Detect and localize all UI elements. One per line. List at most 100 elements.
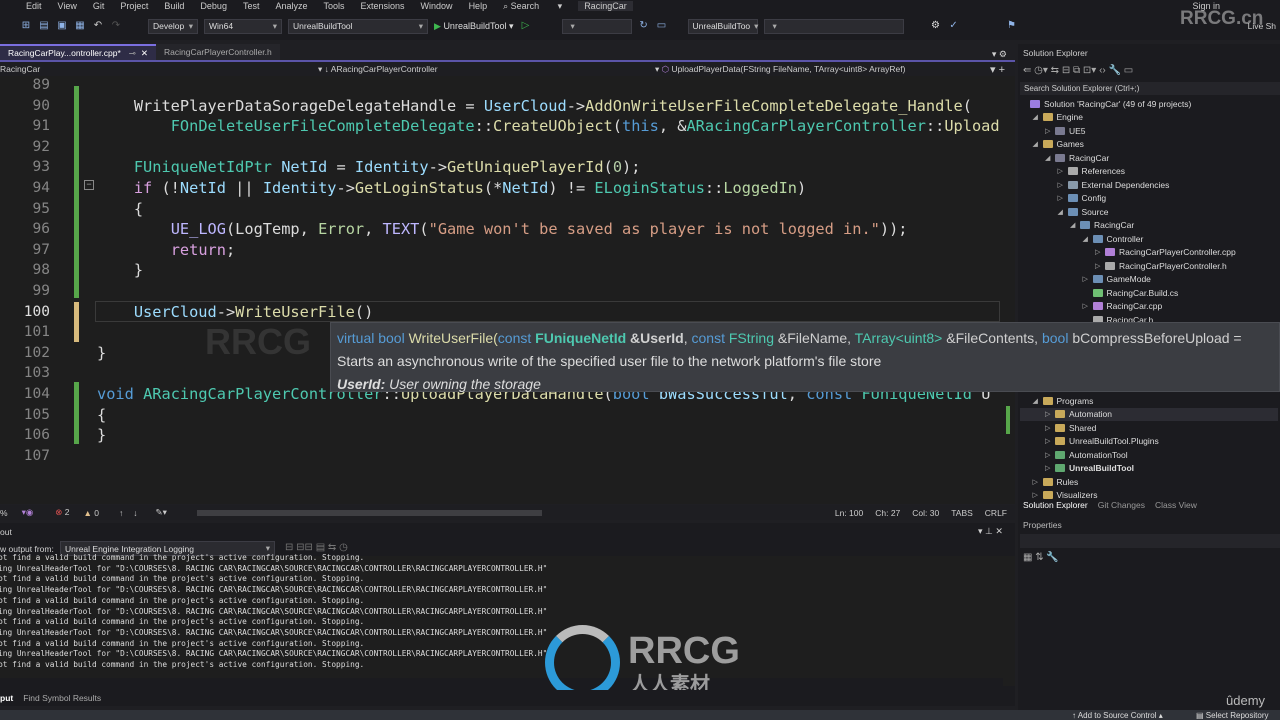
run-button[interactable]: ▶ UnrealBuildTool ▾	[434, 21, 514, 32]
tree-item[interactable]: ◢ RacingCar	[1020, 151, 1278, 164]
expanded-arrow-icon[interactable]: ◢	[1033, 140, 1043, 148]
horizontal-scrollbar[interactable]	[196, 509, 542, 516]
tab-controller-h[interactable]: RacingCarPlayerController.h	[156, 44, 280, 60]
expanded-arrow-icon[interactable]: ◢	[1033, 397, 1043, 405]
collapsed-arrow-icon[interactable]: ▷	[1045, 424, 1055, 432]
open-folder-icon[interactable]: ▤	[38, 20, 50, 32]
menu-window[interactable]: Window	[421, 1, 453, 11]
collapse-icon[interactable]: −	[84, 180, 94, 190]
tree-item[interactable]: ▷ RacingCarPlayerController.h	[1020, 259, 1278, 272]
menu-tools[interactable]: Tools	[324, 1, 345, 11]
collapsed-arrow-icon[interactable]: ▷	[1045, 437, 1055, 445]
configuration-dropdown[interactable]: Develop	[148, 18, 198, 34]
tree-item[interactable]: ◢ Games	[1020, 138, 1278, 151]
window-icon[interactable]: ▭	[656, 20, 668, 32]
tree-item[interactable]: ▷ UnrealBuildTool.Plugins	[1020, 435, 1278, 448]
expanded-arrow-icon[interactable]: ◢	[1058, 208, 1068, 216]
panel-controls[interactable]: ▾ ⊥ ✕	[978, 526, 1003, 537]
check-icon[interactable]: ✓	[948, 20, 960, 32]
redo-icon[interactable]: ↷	[110, 20, 122, 32]
bookmark-icon[interactable]: ⚑	[1006, 20, 1018, 32]
target-dropdown[interactable]: UnrealBuildToo	[687, 18, 758, 34]
split-icon[interactable]: ▾ +	[990, 63, 1005, 76]
tab-options-icon[interactable]: ▾ ⚙	[992, 49, 1007, 60]
menu-test[interactable]: Test	[243, 1, 260, 11]
next-issue-icon[interactable]: ↓	[133, 508, 137, 518]
properties-object-dropdown[interactable]	[1020, 534, 1280, 548]
menu-view[interactable]: View	[58, 1, 77, 11]
collapsed-arrow-icon[interactable]: ▷	[1083, 302, 1093, 310]
tree-item[interactable]: Solution 'RacingCar' (49 of 49 projects)	[1020, 97, 1278, 110]
code-editor[interactable]: − 89 90 WritePlayerDataSorageDelegateHand…	[0, 76, 1015, 504]
tree-item[interactable]: ▷ GameMode	[1020, 273, 1278, 286]
tree-item[interactable]: ▷ Config	[1020, 192, 1278, 205]
menu-edit[interactable]: Edit	[26, 1, 42, 11]
tab-class-view[interactable]: Class View	[1155, 500, 1197, 510]
pin-icon[interactable]: ⊸	[129, 48, 136, 59]
menu-analyze[interactable]: Analyze	[275, 1, 307, 11]
member-nav-dropdown[interactable]: ▾ ⬡ UploadPlayerData(FString FileName, T…	[655, 64, 905, 75]
expanded-arrow-icon[interactable]: ◢	[1045, 154, 1055, 162]
menu-extensions[interactable]: Extensions	[361, 1, 405, 11]
add-to-source-control-button[interactable]: ↑ Add to Source Control ▴	[1072, 711, 1163, 720]
collapsed-arrow-icon[interactable]: ▷	[1045, 410, 1055, 418]
search-button[interactable]: ⌕ Search ▾	[503, 1, 562, 12]
tree-item[interactable]: ▷ UE5	[1020, 124, 1278, 137]
expanded-arrow-icon[interactable]: ◢	[1083, 235, 1093, 243]
tree-item[interactable]: ▷ External Dependencies	[1020, 178, 1278, 191]
tree-item[interactable]: ▷ Rules	[1020, 475, 1278, 488]
copilot-icon[interactable]: ▾◉	[22, 507, 34, 518]
indent-mode[interactable]: TABS	[951, 508, 973, 518]
tree-item[interactable]: ◢ RacingCar	[1020, 219, 1278, 232]
startup-project-dropdown[interactable]: UnrealBuildTool	[288, 18, 428, 34]
tree-item[interactable]: ▷ Automation	[1020, 407, 1278, 421]
menu-debug[interactable]: Debug	[200, 1, 227, 11]
save-icon[interactable]: ▣	[56, 20, 68, 32]
tab-controller-cpp[interactable]: RacingCarPlay...ontroller.cpp* ⊸ ✕	[0, 44, 157, 60]
zoom-level[interactable]: %	[0, 508, 8, 518]
menu-project[interactable]: Project	[120, 1, 148, 11]
previous-issue-icon[interactable]: ↑	[119, 508, 123, 518]
class-nav-dropdown[interactable]: ▾ ↓ ARacingCarPlayerController	[318, 64, 438, 75]
collapsed-arrow-icon[interactable]: ▷	[1058, 194, 1068, 202]
menu-help[interactable]: Help	[469, 1, 488, 11]
select-repository-button[interactable]: ▤ Select Repository	[1196, 711, 1268, 720]
tab-solution-explorer[interactable]: Solution Explorer	[1023, 500, 1088, 510]
cleanup-icon[interactable]: ✎▾	[156, 507, 167, 518]
undo-icon[interactable]: ↶	[92, 20, 104, 32]
tree-item[interactable]: ▷ RacingCar.cpp	[1020, 300, 1278, 313]
solution-search-input[interactable]: Search Solution Explorer (Ctrl+;)	[1020, 82, 1280, 95]
tree-item[interactable]: RacingCar.Build.cs	[1020, 286, 1278, 299]
start-without-debugging-icon[interactable]: ▷	[520, 20, 532, 32]
empty-dropdown[interactable]	[561, 18, 632, 34]
collapsed-arrow-icon[interactable]: ▷	[1095, 248, 1105, 256]
tree-item[interactable]: ◢ Source	[1020, 205, 1278, 218]
tab-git-changes[interactable]: Git Changes	[1098, 500, 1145, 510]
platform-dropdown[interactable]: Win64	[204, 18, 282, 34]
settings-gear-icon[interactable]: ⚙	[930, 20, 942, 32]
tree-item[interactable]: ▷ UnrealBuildTool	[1020, 462, 1278, 475]
properties-toolbar[interactable]: ▦ ⇅ 🔧	[1023, 552, 1059, 563]
tree-item[interactable]: ◢ Controller	[1020, 232, 1278, 245]
save-all-icon[interactable]: ▦	[74, 20, 86, 32]
collapsed-arrow-icon[interactable]: ▷	[1045, 451, 1055, 459]
tree-item[interactable]: ▷ RacingCarPlayerController.cpp	[1020, 246, 1278, 259]
solution-explorer-toolbar[interactable]: ⇚ ◷▾ ⇆ ⊟ ⧉ ⊡▾ ‹› 🔧 ▭	[1023, 65, 1133, 76]
project-nav-dropdown[interactable]: RacingCar	[0, 64, 40, 74]
collapsed-arrow-icon[interactable]: ▷	[1045, 464, 1055, 472]
tree-item[interactable]: ▷ AutomationTool	[1020, 448, 1278, 461]
menu-build[interactable]: Build	[164, 1, 184, 11]
solution-config-dropdown[interactable]	[763, 18, 904, 34]
line-ending[interactable]: CRLF	[985, 508, 1007, 518]
tab-find-symbol-results[interactable]: Find Symbol Results	[23, 693, 101, 703]
tree-item[interactable]: ◢ Engine	[1020, 111, 1278, 124]
expanded-arrow-icon[interactable]: ◢	[1070, 221, 1080, 229]
collapsed-arrow-icon[interactable]: ▷	[1058, 167, 1068, 175]
collapsed-arrow-icon[interactable]: ▷	[1045, 127, 1055, 135]
collapsed-arrow-icon[interactable]: ▷	[1083, 275, 1093, 283]
new-item-icon[interactable]: ⊞	[20, 20, 32, 32]
collapsed-arrow-icon[interactable]: ▷	[1058, 181, 1068, 189]
refresh-icon[interactable]: ↻	[638, 20, 650, 32]
vertical-scrollbar[interactable]	[1003, 76, 1015, 504]
tree-item[interactable]: ▷ Shared	[1020, 421, 1278, 434]
